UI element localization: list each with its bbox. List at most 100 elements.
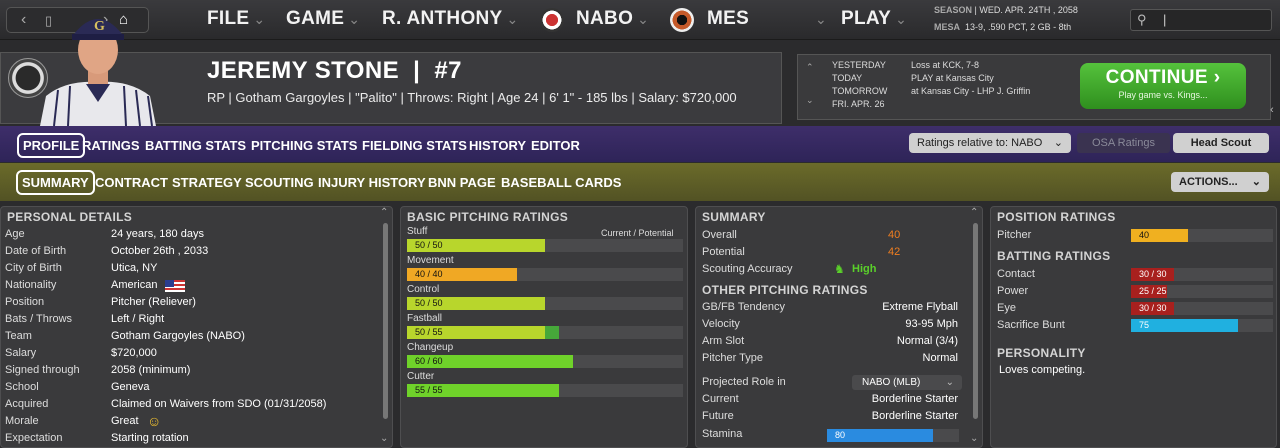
tab-history[interactable]: HISTORY xyxy=(463,133,532,158)
scroll-up-icon[interactable]: ⌃ xyxy=(970,207,978,218)
profile-subtab-bar: SUMMARY CONTRACT STRATEGY SCOUTING INJUR… xyxy=(0,163,1280,201)
personal-detail-row: Position Pitcher (Reliever) xyxy=(5,294,381,311)
subtab-bnn-page[interactable]: BNN PAGE xyxy=(422,170,502,195)
detail-value: Claimed on Waivers from SDO (01/31/2058) xyxy=(111,398,327,410)
potential-row: Potential 42 xyxy=(702,244,962,261)
actions-label: ACTIONS... xyxy=(1179,176,1238,188)
rating-bar-value: 40 xyxy=(1139,230,1150,240)
menu-game[interactable]: GAME ⌄ xyxy=(286,8,360,30)
detail-value: Utica, NY xyxy=(111,262,158,274)
schedule-label-today: TODAY xyxy=(832,73,863,83)
pitch-rating-bar: 40 / 40 xyxy=(407,268,683,281)
subtab-injury-history[interactable]: INJURY HISTORY xyxy=(312,170,432,195)
personal-detail-row: Expectation Starting rotation xyxy=(5,430,381,447)
rating-bar: 75 xyxy=(1131,319,1273,332)
tab-editor[interactable]: EDITOR xyxy=(525,133,586,158)
scroll-down-icon[interactable]: ⌄ xyxy=(380,433,388,444)
actions-dropdown[interactable]: ACTIONS... ⌄ xyxy=(1171,172,1269,192)
ratings-relative-select[interactable]: Ratings relative to: NABO ⌄ xyxy=(909,133,1071,153)
side-collapse-icon[interactable]: ‹ xyxy=(1270,104,1274,116)
rating-label: Sacrifice Bunt xyxy=(997,319,1065,331)
menu-team[interactable]: MES xyxy=(707,8,749,30)
rating-bar-row: Power 25 / 25 xyxy=(997,283,1273,300)
pitch-rating-label: Cutter xyxy=(407,371,435,382)
schedule-down-icon[interactable]: ⌄ xyxy=(806,95,814,106)
projected-role-label: Projected Role in xyxy=(702,376,786,388)
subtab-baseball-cards[interactable]: BASEBALL CARDS xyxy=(495,170,627,195)
pitch-rating-row: Stuff 50 / 50 xyxy=(407,225,683,254)
menu-file[interactable]: FILE ⌄ xyxy=(207,8,265,30)
menu-manager[interactable]: R. ANTHONY ⌄ xyxy=(382,8,519,30)
personal-detail-row: Date of Birth October 26th , 2033 xyxy=(5,243,381,260)
search-icon: ⚲ xyxy=(1137,12,1147,27)
detail-label: Acquired xyxy=(5,398,49,410)
chevron-down-icon: ⌄ xyxy=(1053,137,1063,149)
rating-bar-value: 30 / 30 xyxy=(1139,303,1167,313)
detail-label: Team xyxy=(5,330,32,342)
pitch-rating-value: 55 / 55 xyxy=(415,385,443,395)
rating-label: Current xyxy=(702,393,739,405)
personal-detail-row: City of Birth Utica, NY xyxy=(5,260,381,277)
scrollbar[interactable] xyxy=(973,223,978,419)
other-pitching-list: GB/FB Tendency Extreme Flyball Velocity 93-… xyxy=(702,299,958,367)
svg-text:G: G xyxy=(94,19,105,34)
batting-ratings-list: Contact 30 / 30 Power 25 / 25 Eye 30 / 30 Sacr… xyxy=(997,266,1273,334)
player-info-line: RP | Gotham Gargoyles | "Palito" | Throw… xyxy=(207,90,737,105)
detail-label: Nationality xyxy=(5,279,57,291)
subtab-strategy[interactable]: STRATEGY xyxy=(166,170,248,195)
pitching-ratings-list: Stuff 50 / 50 Movement 40 / 40 Control 50 / 5… xyxy=(407,225,683,399)
schedule-values: Loss at KCK, 7-8 PLAY at Kansas City at … xyxy=(911,59,1076,98)
rating-label: Future xyxy=(702,410,734,422)
schedule-value-today: PLAY at Kansas City xyxy=(911,73,994,83)
top-navigation-bar: ‹ ▯ › ⌂ FILE ⌄ GAME ⌄ R. ANTHONY ⌄ NABO ⌄ ME… xyxy=(0,0,1280,40)
schedule-label-fri: FRI. APR. 26 xyxy=(832,99,885,109)
rating-label: Pitcher xyxy=(997,229,1032,241)
osa-ratings-button[interactable]: OSA Ratings xyxy=(1077,133,1170,153)
pitch-rating-label: Control xyxy=(407,284,440,295)
pitch-rating-label: Stuff xyxy=(407,226,428,237)
menu-league[interactable]: NABO ⌄ xyxy=(576,8,649,30)
rating-value: Normal xyxy=(922,352,958,364)
projected-role-select[interactable]: NABO (MLB) ⌄ xyxy=(852,375,962,390)
personal-detail-row: Morale Great ☺ xyxy=(5,413,381,430)
subtab-contract[interactable]: CONTRACT xyxy=(89,170,174,195)
ratings-relative-label: Ratings relative to: NABO xyxy=(917,137,1043,149)
detail-value: Pitcher (Reliever) xyxy=(111,296,196,308)
search-input[interactable]: ⚲ | xyxy=(1130,9,1272,31)
back-arrow-icon[interactable]: ‹ xyxy=(21,11,26,29)
personal-detail-row: Signed through 2058 (minimum) xyxy=(5,362,381,379)
scroll-up-icon[interactable]: ⌃ xyxy=(380,207,388,218)
subtab-scouting[interactable]: SCOUTING xyxy=(239,170,320,195)
tab-batting-stats[interactable]: BATTING STATS xyxy=(139,133,252,158)
rating-value: 93-95 Mph xyxy=(905,318,958,330)
detail-label: Expectation xyxy=(5,432,63,444)
scrollbar[interactable] xyxy=(383,223,388,419)
subtab-summary[interactable]: SUMMARY xyxy=(16,170,95,195)
rating-label: Power xyxy=(997,285,1029,297)
menu-play[interactable]: ⌄ PLAY ⌄ xyxy=(815,8,907,30)
personal-detail-row: Salary $720,000 xyxy=(5,345,381,362)
pitch-rating-value: 50 / 55 xyxy=(415,327,443,337)
schedule-up-icon[interactable]: ⌃ xyxy=(806,62,814,73)
rating-label: Contact xyxy=(997,268,1035,280)
rating-row: Arm Slot Normal (3/4) xyxy=(702,333,958,350)
continue-button[interactable]: CONTINUE › Play game vs. Kings... xyxy=(1080,63,1246,109)
season-info: SEASON | WED. APR. 24TH , 2058 MESA 13-9… xyxy=(934,5,1078,32)
pitch-rating-value: 50 / 50 xyxy=(415,240,443,250)
tab-pitching-stats[interactable]: PITCHING STATS xyxy=(245,133,363,158)
detail-value: Gotham Gargoyles (NABO) xyxy=(111,330,245,342)
pitch-rating-bar: 60 / 60 xyxy=(407,355,683,368)
nabo-league-logo-icon xyxy=(540,8,564,32)
personal-details-title: PERSONAL DETAILS xyxy=(7,210,133,224)
scouting-accuracy-row: Scouting Accuracy ♞ High xyxy=(702,261,962,278)
overall-row: Overall 40 xyxy=(702,227,962,244)
tab-fielding-stats[interactable]: FIELDING STATS xyxy=(356,133,473,158)
head-scout-button[interactable]: Head Scout xyxy=(1173,133,1269,153)
detail-value: 2058 (minimum) xyxy=(111,364,191,376)
rating-label: Pitcher Type xyxy=(702,352,763,364)
season-date: WED. APR. 24TH , 2058 xyxy=(979,5,1078,15)
scroll-down-icon[interactable]: ⌄ xyxy=(970,433,978,444)
pitch-rating-row: Changeup 60 / 60 xyxy=(407,341,683,370)
tab-ratings[interactable]: RATINGS xyxy=(76,133,146,158)
pitch-rating-row: Control 50 / 50 xyxy=(407,283,683,312)
